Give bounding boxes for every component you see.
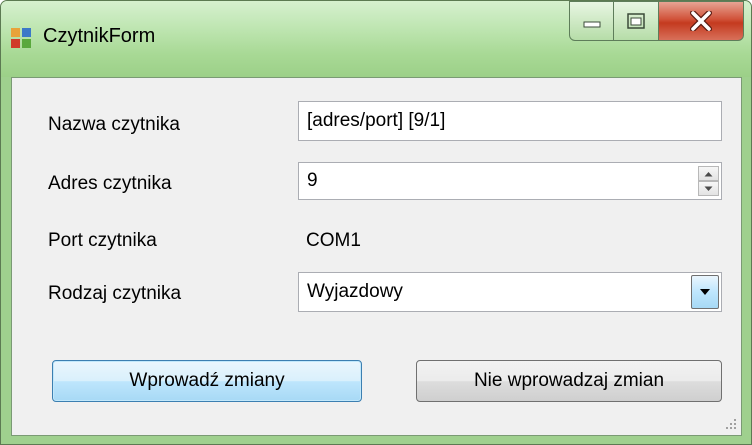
maximize-icon [627,13,645,29]
dropdown-button[interactable] [691,275,719,309]
reader-port-label: Port czytnika [48,230,157,251]
window-title: CzytnikForm [43,25,156,47]
spin-up-button[interactable] [698,166,719,181]
reader-port-value: COM1 [306,230,361,251]
spin-down-icon [704,186,713,191]
spin-up-icon [704,171,713,176]
dropdown-arrow-icon [700,289,710,295]
reader-name-input[interactable]: [adres/port] [9/1] [298,101,722,141]
reader-name-label: Nazwa czytnika [48,114,180,135]
reader-type-select[interactable]: Wyjazdowy [298,272,722,312]
app-window-icon [11,28,33,50]
discard-changes-button[interactable]: Nie wprowadzaj zmian [416,360,722,402]
form-client-area: Nazwa czytnika [adres/port] [9/1] Adres … [11,77,742,436]
czytnik-form-window: CzytnikForm Nazwa czytnika [adres/port] … [0,0,752,445]
reader-type-label: Rodzaj czytnika [48,283,182,304]
reader-address-stepper[interactable]: 9 [298,162,722,200]
maximize-button[interactable] [613,1,659,41]
apply-changes-button[interactable]: Wprowadź zmiany [52,360,362,402]
title-bar[interactable]: CzytnikForm [1,1,751,77]
reader-address-label: Adres czytnika [48,173,172,194]
resize-grip-icon[interactable] [723,417,737,431]
minimize-icon [583,21,600,28]
address-spin-buttons [698,166,719,196]
spin-down-button[interactable] [698,181,719,196]
reader-type-selected: Wyjazdowy [307,281,403,302]
reader-address-value: 9 [307,170,318,191]
minimize-button[interactable] [569,1,614,41]
close-button[interactable] [658,1,744,41]
close-icon [690,11,712,31]
